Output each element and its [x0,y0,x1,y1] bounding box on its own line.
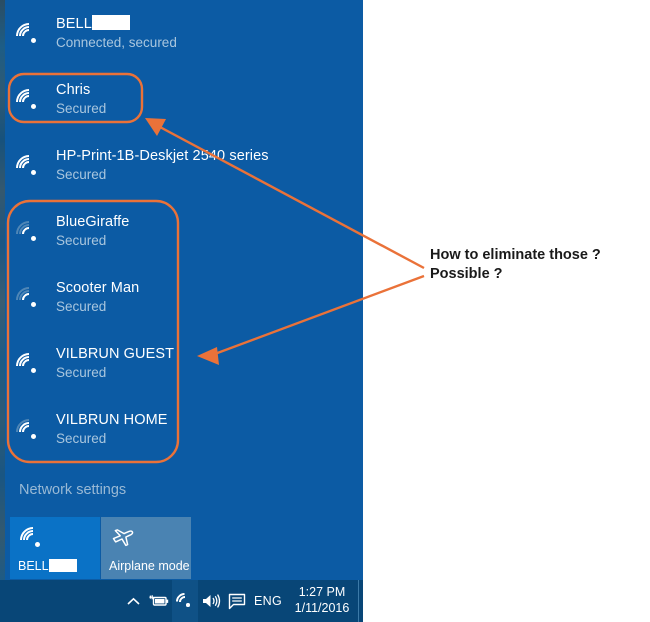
network-name: BELL [56,15,130,32]
network-status: Secured [56,100,107,116]
wifi-signal-icon [10,17,48,55]
volume-icon[interactable] [198,580,224,622]
action-center-glyph [228,593,246,609]
network-status: Secured [56,232,107,248]
action-center-icon[interactable] [224,580,250,622]
language-indicator[interactable]: ENG [250,580,286,622]
network-list-item[interactable]: Chris Secured [5,66,363,132]
redaction-box [91,15,130,31]
network-list-item[interactable]: VILBRUN GUEST Secured [5,330,363,396]
network-list-item[interactable]: VILBRUN HOME Secured [5,396,363,462]
network-name: Scooter Man [56,279,140,296]
quick-action-tile-airplane-mode[interactable]: Airplane mode [101,517,191,579]
taskbar: ENG 1:27 PM 1/11/2016 [0,580,363,622]
show-desktop-button[interactable] [358,580,363,622]
clock-time: 1:27 PM [298,585,346,600]
chevron-up-glyph [126,597,140,605]
annotation-line-1: How to eliminate those ? [430,247,601,263]
quick-action-tile-wifi[interactable]: BELL [10,517,100,579]
wifi-signal-icon [10,413,48,451]
quick-action-tile-label: BELL [18,559,77,573]
volume-glyph [203,594,221,608]
taskbar-clock[interactable]: 1:27 PM 1/11/2016 [286,585,358,616]
network-name: BlueGiraffe [56,213,130,230]
network-name: VILBRUN HOME [56,411,168,428]
clock-date: 1/11/2016 [294,601,350,615]
airplane-icon [110,525,136,547]
network-status: Secured [56,430,107,446]
network-list-item[interactable]: HP-Print-1B-Deskjet 2540 series Secured [5,132,363,198]
battery-glyph [149,595,169,606]
annotation-question-text: How to eliminate those ? Possible ? [430,246,601,284]
wifi-signal-icon [10,347,48,385]
network-settings-link[interactable]: Network settings [19,482,126,498]
network-status: Secured [56,364,107,380]
system-tray: ENG 1:27 PM 1/11/2016 [120,580,363,622]
network-status: Connected, secured [56,35,177,51]
network-status: Secured [56,166,107,182]
network-name: HP-Print-1B-Deskjet 2540 series [56,147,269,164]
network-status: Secured [56,298,107,314]
quick-action-tile-label: Airplane mode [109,559,190,573]
network-name: Chris [56,81,91,98]
wifi-icon [14,521,52,559]
network-flyout-panel: BELL Connected, secured Chris Secured HP… [5,0,363,580]
network-name: VILBRUN GUEST [56,345,175,362]
wifi-signal-icon [10,215,48,253]
redaction-box [48,559,77,572]
show-hidden-icons-chevron-icon[interactable] [120,580,146,622]
wifi-signal-icon [10,281,48,319]
network-list-item[interactable]: BELL Connected, secured [5,0,363,66]
annotation-line-2: Possible ? [430,266,503,283]
network-list-item[interactable]: BlueGiraffe Secured [5,198,363,264]
airplane-glyph [112,529,134,547]
battery-charging-icon[interactable] [146,580,172,622]
network-list-item[interactable]: Scooter Man Secured [5,264,363,330]
taskbar-wifi-icon[interactable] [172,580,198,622]
wifi-signal-icon [10,83,48,121]
wifi-signal-icon [10,149,48,187]
wifi-glyph [172,589,197,614]
